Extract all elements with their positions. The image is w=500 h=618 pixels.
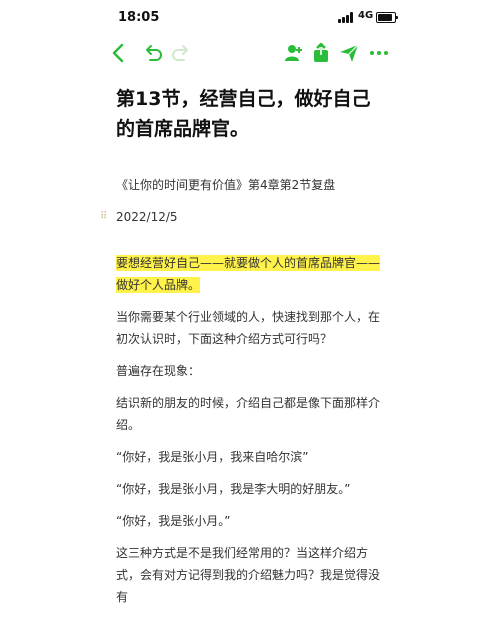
export-icon[interactable] [310, 42, 332, 64]
drag-handle-icon[interactable]: ⠿ [100, 208, 107, 226]
share-person-icon[interactable] [282, 42, 304, 64]
network-type: 4G [358, 10, 374, 21]
status-time: 18:05 [118, 10, 160, 25]
paragraph: 普遍存在现象： [116, 364, 201, 378]
more-icon[interactable] [368, 42, 390, 64]
paragraph: “你好，我是张小月，我来自哈尔滨” [116, 450, 309, 464]
note-date: ⠿ 2022/12/5 [100, 208, 384, 226]
highlighted-text: 要想经营好自己——就要做个人的首席品牌官——做好个人品牌。 [116, 255, 381, 293]
paragraph: 当你需要某个行业领域的人，快速找到那个人，在初次认识时，下面这种介绍方式可行吗？ [116, 310, 381, 346]
note-content[interactable]: 第13节，经营自己，做好自己的首席品牌官。 《让你的时间更有价值》第4章第2节复… [100, 84, 384, 618]
note-date-text: 2022/12/5 [116, 210, 178, 224]
back-icon[interactable] [108, 42, 130, 64]
send-icon[interactable] [338, 42, 360, 64]
status-bar: 18:05 4G [0, 0, 500, 36]
note-toolbar [0, 36, 500, 68]
redo-icon[interactable] [170, 42, 192, 64]
paragraph: 这三种方式是不是我们经常用的？当这样介绍方式，会有对方记得到我的介绍魅力吗？我是… [116, 546, 381, 604]
note-title: 第13节，经营自己，做好自己的首席品牌官。 [116, 88, 371, 140]
battery-level [378, 14, 392, 21]
undo-icon[interactable] [142, 42, 164, 64]
battery-icon [376, 12, 398, 23]
highlight-paragraph: 要想经营好自己——就要做个人的首席品牌官——做好个人品牌。 [116, 252, 384, 296]
paragraph: “你好，我是张小月。” [116, 514, 231, 528]
signal-icon [338, 12, 354, 23]
note-source: 《让你的时间更有价值》第4章第2节复盘 [116, 178, 336, 192]
paragraph: 结识新的朋友的时候，介绍自己都是像下面那样介绍。 [116, 396, 381, 432]
paragraph: “你好，我是张小月，我是李大明的好朋友。” [116, 482, 351, 496]
